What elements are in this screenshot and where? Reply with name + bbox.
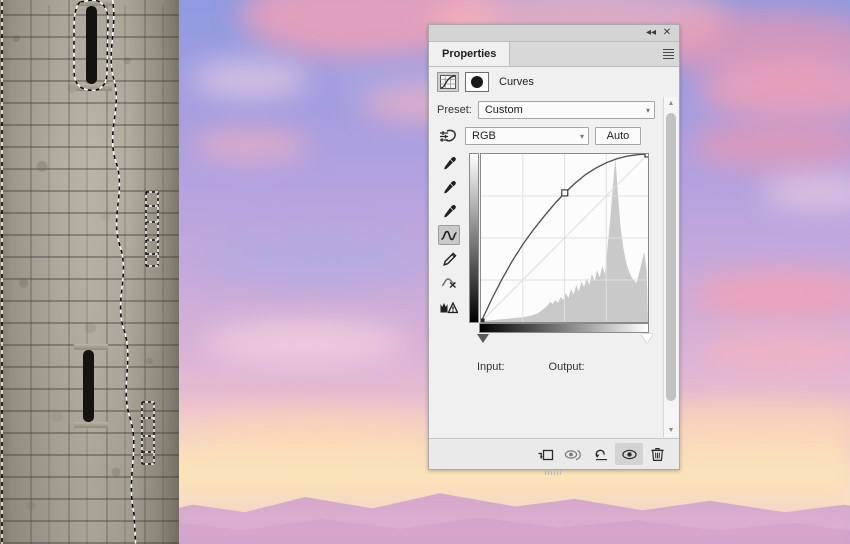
curve-control-point[interactable] xyxy=(561,189,569,197)
cloud-shape xyxy=(205,320,405,365)
panel-resize-grip[interactable] xyxy=(545,470,563,475)
preset-select[interactable]: Custom ▾ xyxy=(477,101,655,119)
curves-grid-icon[interactable] xyxy=(437,72,459,92)
mask-dot xyxy=(471,76,483,88)
input-output-row: Input: Output: xyxy=(477,361,585,373)
preset-value: Custom xyxy=(484,104,523,116)
delete-adjustment-button[interactable] xyxy=(643,443,671,465)
arrow-slit-window xyxy=(86,6,97,84)
pencil-draw-curve-tool[interactable] xyxy=(438,249,460,269)
hamburger-menu-icon xyxy=(662,47,674,61)
sample-gray-point-eyedropper[interactable] xyxy=(438,177,460,197)
cloud-shape xyxy=(190,130,310,160)
edit-points-curve-tool[interactable] xyxy=(438,225,460,245)
channel-select[interactable]: RGB ▾ xyxy=(465,127,589,145)
curve-control-point[interactable] xyxy=(481,318,485,322)
chevron-down-icon: ▾ xyxy=(579,131,584,141)
on-image-adjust-icon[interactable] xyxy=(437,128,459,144)
panel-menu-button[interactable] xyxy=(657,42,679,66)
input-gradient-bar xyxy=(479,323,649,333)
reset-adjustment-button[interactable] xyxy=(587,443,615,465)
scroll-down-arrow-icon[interactable]: ▼ xyxy=(664,424,678,437)
arrow-slit-window xyxy=(83,350,94,422)
curve-control-point[interactable] xyxy=(644,154,648,158)
scrollbar-track[interactable] xyxy=(665,111,677,423)
adjustment-header: Curves xyxy=(429,67,679,97)
layer-mask-thumbnail[interactable] xyxy=(465,72,489,92)
shadow-input-slider[interactable] xyxy=(477,334,489,343)
stone-tower-image xyxy=(0,0,179,544)
collapse-panel-icon[interactable]: ◂◂ xyxy=(643,26,659,40)
panel-scroll-area: Preset: Custom ▾ RGB ▾ Auto Input: Outpu… xyxy=(429,97,663,437)
channel-value: RGB xyxy=(472,130,496,142)
curves-graph[interactable] xyxy=(469,153,653,343)
properties-panel[interactable]: ◂◂ ✕ Properties Curves Preset: Custom ▾ … xyxy=(428,24,680,475)
photoshop-canvas: ◂◂ ✕ Properties Curves Preset: Custom ▾ … xyxy=(0,0,850,544)
window-sill xyxy=(76,84,112,91)
smooth-curve-tool[interactable] xyxy=(438,273,460,293)
scrollbar-thumb[interactable] xyxy=(666,113,676,401)
panel-tabstrip: Properties xyxy=(429,42,679,67)
preset-label: Preset: xyxy=(437,104,472,116)
curve-plot-area[interactable] xyxy=(480,153,649,323)
channel-row: RGB ▾ Auto xyxy=(429,125,663,147)
toggle-layer-visibility-button[interactable] xyxy=(615,443,643,465)
panel-body: Preset: Custom ▾ RGB ▾ Auto Input: Outpu… xyxy=(429,97,679,437)
preset-row: Preset: Custom ▾ xyxy=(429,99,663,121)
clip-to-layer-button[interactable] xyxy=(531,443,559,465)
output-gradient-bar xyxy=(469,153,479,323)
toggle-previous-state-button[interactable] xyxy=(559,443,587,465)
close-panel-icon[interactable]: ✕ xyxy=(659,26,675,40)
panel-scrollbar[interactable]: ▲ ▼ xyxy=(663,97,678,437)
auto-button[interactable]: Auto xyxy=(595,127,641,145)
curve-plot-svg xyxy=(481,154,648,322)
clipping-warning-icon[interactable] xyxy=(438,297,460,317)
window-sill xyxy=(76,0,112,6)
input-label: Input: xyxy=(477,361,505,373)
curve-region: Input: Output: xyxy=(429,153,663,373)
sample-black-point-eyedropper[interactable] xyxy=(438,153,460,173)
tab-properties[interactable]: Properties xyxy=(429,42,511,66)
cloud-shape xyxy=(200,230,430,285)
tabstrip-filler xyxy=(510,42,657,66)
highlight-input-slider[interactable] xyxy=(641,334,653,343)
adjustment-title: Curves xyxy=(499,76,534,88)
chevron-down-icon: ▾ xyxy=(645,105,650,115)
sample-white-point-eyedropper[interactable] xyxy=(438,201,460,221)
output-label: Output: xyxy=(548,361,585,373)
curve-tool-column xyxy=(437,153,461,317)
window-sill xyxy=(74,344,108,350)
panel-footer xyxy=(429,438,679,475)
cloud-shape xyxy=(190,60,310,98)
scroll-up-arrow-icon[interactable]: ▲ xyxy=(664,97,678,110)
window-sill xyxy=(74,422,108,428)
panel-titlebar: ◂◂ ✕ xyxy=(429,25,679,42)
